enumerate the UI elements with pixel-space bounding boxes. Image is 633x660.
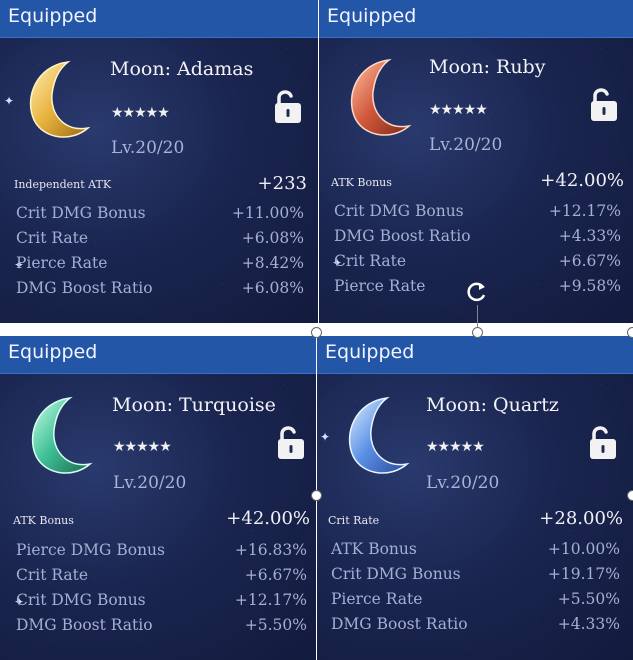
resize-handle[interactable] (311, 490, 322, 501)
main-stat-label: Independent ATK (14, 178, 112, 191)
sub-stat-label: DMG Boost Ratio (16, 616, 153, 634)
unlock-icon[interactable] (588, 86, 620, 122)
moon-card-adamas: Equipped ✦ Moon: Adamas ★★★★★ Lv.20/20 I… (0, 0, 318, 323)
moon-card-quartz: Equipped ✦ Moon: Quartz ★★★★★ Lv.20/20 C… (317, 336, 633, 660)
moon-name: Moon: Ruby (429, 56, 546, 78)
equipped-label: Equipped (327, 5, 417, 27)
sub-stat-value: +12.17% (234, 591, 307, 609)
sub-stat-value: +6.67% (558, 252, 621, 270)
sub-stat-label: Pierce Rate (16, 254, 108, 272)
card-header: Equipped (0, 336, 316, 374)
moon-crescent-icon (350, 58, 412, 136)
sub-stat-label: Crit DMG Bonus (16, 591, 146, 609)
star-rating: ★★★★★ (426, 439, 485, 455)
sub-stat-value: +9.58% (558, 277, 621, 295)
sub-stat-value: +6.08% (241, 279, 304, 297)
sub-stat-label: Crit DMG Bonus (334, 202, 464, 220)
sub-stat-value: +4.33% (557, 615, 620, 633)
main-stat-value: +42.00% (540, 170, 624, 191)
sub-stat-label: DMG Boost Ratio (331, 615, 468, 633)
sub-stat-label: Crit Rate (16, 566, 89, 584)
equipped-label: Equipped (8, 5, 98, 27)
level-text: Lv.20/20 (426, 473, 500, 493)
sub-stat-value: +19.17% (547, 565, 620, 583)
unlock-icon[interactable] (272, 88, 304, 124)
sub-stat-label: DMG Boost Ratio (334, 227, 471, 245)
moon-crescent-icon (348, 396, 410, 474)
equipped-label: Equipped (325, 341, 415, 363)
sub-stat-value: +16.83% (234, 541, 307, 559)
sub-stat-label: Crit DMG Bonus (331, 565, 461, 583)
moon-card-turquoise: Equipped Moon: Turquoise ★★★★★ Lv.20/20 … (0, 336, 316, 660)
sub-stat-label: Crit Rate (334, 252, 407, 270)
sub-stat-label: Pierce DMG Bonus (16, 541, 165, 559)
rotate-handle-icon[interactable] (464, 279, 490, 305)
sub-stat-value: +6.67% (244, 566, 307, 584)
sub-stat-value: +4.33% (558, 227, 621, 245)
sub-stat-label: ATK Bonus (331, 540, 417, 558)
card-header: Equipped (0, 0, 318, 38)
resize-handle[interactable] (627, 490, 633, 501)
sparkle-icon: ✦ (320, 430, 331, 444)
sub-stat-label: Pierce Rate (331, 590, 423, 608)
sub-stat-label: Crit Rate (16, 229, 89, 247)
sub-stat-label: DMG Boost Ratio (16, 279, 153, 297)
moon-card-ruby: Equipped Moon: Ruby ★★★★★ Lv.20/20 ATK B… (319, 0, 633, 323)
moon-crescent-icon (31, 396, 93, 474)
resize-handle[interactable] (472, 327, 483, 338)
equipped-label: Equipped (8, 341, 98, 363)
main-stat-value: +42.00% (226, 508, 310, 529)
moon-crescent-icon (29, 60, 91, 138)
sparkle-icon: ✦ (4, 94, 15, 108)
moon-name: Moon: Turquoise (112, 394, 276, 416)
card-header: Equipped (319, 0, 633, 38)
level-text: Lv.20/20 (111, 138, 185, 158)
star-rating: ★★★★★ (113, 439, 172, 455)
level-text: Lv.20/20 (429, 135, 503, 155)
main-stat-value: +233 (257, 173, 307, 194)
main-stat-label: ATK Bonus (331, 176, 392, 189)
card-header: Equipped (317, 336, 633, 374)
sub-stat-value: +5.50% (557, 590, 620, 608)
level-text: Lv.20/20 (113, 473, 187, 493)
main-stat-value: +28.00% (539, 508, 623, 529)
sub-stat-value: +11.00% (231, 204, 304, 222)
moon-name: Moon: Adamas (110, 58, 254, 80)
sub-stat-value: +8.42% (241, 254, 304, 272)
sub-stat-value: +5.50% (244, 616, 307, 634)
resize-handle[interactable] (627, 327, 633, 338)
main-stat-label: Crit Rate (328, 514, 380, 527)
unlock-icon[interactable] (275, 424, 307, 460)
sub-stat-value: +10.00% (547, 540, 620, 558)
sub-stat-label: Crit DMG Bonus (16, 204, 146, 222)
unlock-icon[interactable] (587, 424, 619, 460)
sub-stat-label: Pierce Rate (334, 277, 426, 295)
sub-stat-value: +12.17% (548, 202, 621, 220)
star-rating: ★★★★★ (111, 105, 170, 121)
sub-stat-value: +6.08% (241, 229, 304, 247)
moon-name: Moon: Quartz (426, 394, 559, 416)
star-rating: ★★★★★ (429, 102, 488, 118)
main-stat-label: ATK Bonus (13, 514, 74, 527)
resize-handle[interactable] (311, 327, 322, 338)
